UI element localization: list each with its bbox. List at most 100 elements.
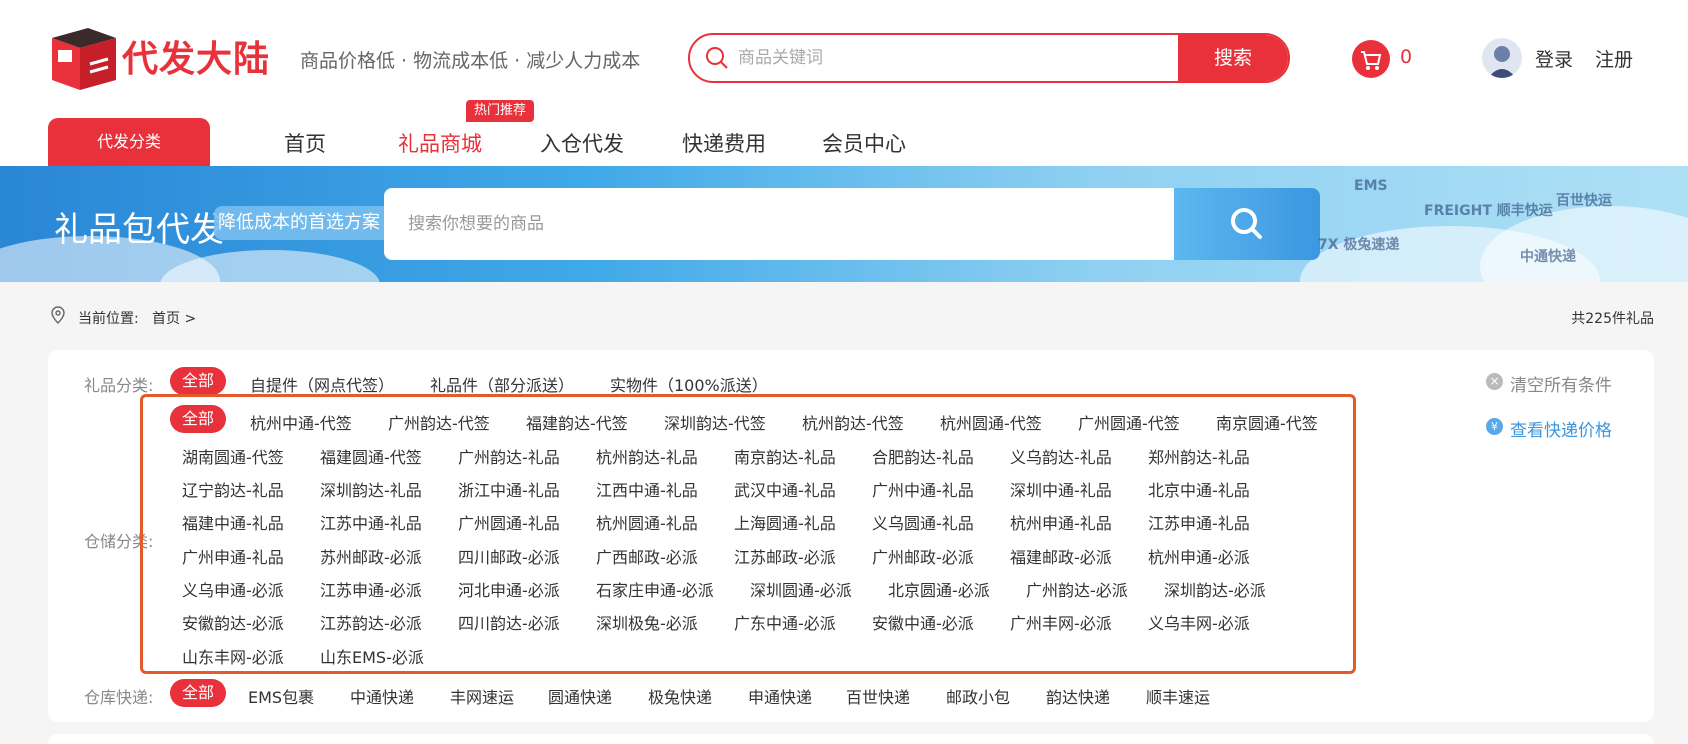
warehouse-courier-option[interactable]: 丰网速运	[450, 684, 514, 708]
warehouse-category-option[interactable]: 义乌丰网-必派	[1148, 610, 1250, 634]
location-pin-icon	[51, 306, 65, 324]
cart-icon[interactable]	[1352, 40, 1390, 78]
search-button[interactable]: 搜索	[1178, 35, 1288, 81]
breadcrumb-home[interactable]: 首页 >	[152, 308, 196, 328]
banner-search-button[interactable]	[1174, 188, 1320, 260]
warehouse-category-option[interactable]: 北京中通-礼品	[1148, 477, 1250, 501]
warehouse-category-option[interactable]: 广西邮政-必派	[596, 544, 698, 568]
warehouse-category-option[interactable]: 郑州韵达-礼品	[1148, 444, 1250, 468]
warehouse-category-option[interactable]: 辽宁韵达-礼品	[182, 477, 284, 501]
hot-badge: 热门推荐	[466, 100, 534, 122]
logo-box-icon[interactable]	[48, 24, 120, 92]
warehouse-category-option[interactable]: 江西中通-礼品	[596, 477, 698, 501]
warehouse-category-option[interactable]: 深圳极兔-必派	[596, 610, 698, 634]
gift-category-option[interactable]: 全部	[170, 367, 226, 395]
banner-search-input[interactable]	[408, 188, 1108, 260]
warehouse-category-option[interactable]: 广州圆通-代签	[1078, 410, 1180, 434]
banner: 礼品包代发 降低成本的首选方案 EMS FREIGHT 顺丰快运 百世快运 中通…	[0, 166, 1688, 282]
warehouse-category-option[interactable]: 杭州申通-礼品	[1010, 510, 1112, 534]
warehouse-category-option[interactable]: 山东丰网-必派	[182, 644, 284, 668]
nav-warehouse[interactable]: 入仓代发	[540, 128, 624, 158]
warehouse-category-option[interactable]: 杭州韵达-代签	[802, 410, 904, 434]
warehouse-category-option[interactable]: 北京圆通-必派	[888, 577, 990, 601]
warehouse-courier-option[interactable]: 韵达快递	[1046, 684, 1110, 708]
warehouse-category-option[interactable]: 上海圆通-礼品	[734, 510, 836, 534]
warehouse-category-option[interactable]: 福建圆通-代签	[320, 444, 422, 468]
warehouse-category-option[interactable]: 深圳圆通-必派	[750, 577, 852, 601]
warehouse-category-option[interactable]: 合肥韵达-礼品	[872, 444, 974, 468]
warehouse-category-option[interactable]: 山东EMS-必派	[320, 644, 424, 668]
category-tab[interactable]: 代发分类	[48, 118, 210, 166]
warehouse-category-option[interactable]: 杭州申通-必派	[1148, 544, 1250, 568]
warehouse-category-option[interactable]: 义乌申通-必派	[182, 577, 284, 601]
warehouse-category-option[interactable]: 江苏中通-礼品	[320, 510, 422, 534]
warehouse-category-option[interactable]: 江苏邮政-必派	[734, 544, 836, 568]
warehouse-category-option[interactable]: 义乌圆通-礼品	[872, 510, 974, 534]
warehouse-category-option[interactable]: 苏州邮政-必派	[320, 544, 422, 568]
warehouse-category-option[interactable]: 义乌韵达-礼品	[1010, 444, 1112, 468]
warehouse-category-option[interactable]: 福建中通-礼品	[182, 510, 284, 534]
warehouse-category-option[interactable]: 广州韵达-礼品	[458, 444, 560, 468]
warehouse-category-option[interactable]: 广州韵达-必派	[1026, 577, 1128, 601]
warehouse-category-option[interactable]: 安徽中通-必派	[872, 610, 974, 634]
avatar[interactable]	[1482, 38, 1522, 78]
nav-gift-mall[interactable]: 礼品商城	[398, 128, 482, 158]
logo-text[interactable]: 代发大陆	[122, 30, 270, 82]
warehouse-courier-option[interactable]: 百世快递	[846, 684, 910, 708]
warehouse-category-option[interactable]: 安徽韵达-必派	[182, 610, 284, 634]
warehouse-category-option[interactable]: 江苏申通-必派	[320, 577, 422, 601]
gift-category-option[interactable]: 礼品件（部分派送）	[430, 372, 574, 396]
warehouse-category-option[interactable]: 浙江中通-礼品	[458, 477, 560, 501]
gift-category-option[interactable]: 实物件（100%派送）	[610, 372, 768, 396]
gift-category-label: 礼品分类:	[84, 376, 154, 395]
clear-all-link[interactable]: 清空所有条件	[1510, 371, 1612, 396]
warehouse-courier-option[interactable]: 顺丰速运	[1146, 684, 1210, 708]
warehouse-courier-option[interactable]: 圆通快递	[548, 684, 612, 708]
warehouse-courier-option[interactable]: 全部	[170, 679, 226, 707]
warehouse-category-option[interactable]: 河北申通-必派	[458, 577, 560, 601]
warehouse-category-option[interactable]: 全部	[170, 405, 226, 433]
warehouse-category-option[interactable]: 南京圆通-代签	[1216, 410, 1318, 434]
warehouse-category-option[interactable]: 杭州韵达-礼品	[596, 444, 698, 468]
courier-logo: 百世快运	[1556, 193, 1612, 209]
cart-count: 0	[1400, 46, 1413, 68]
warehouse-category-option[interactable]: 福建邮政-必派	[1010, 544, 1112, 568]
nav-member-center[interactable]: 会员中心	[822, 128, 906, 158]
warehouse-category-option[interactable]: 深圳韵达-必派	[1164, 577, 1266, 601]
warehouse-category-option[interactable]: 武汉中通-礼品	[734, 477, 836, 501]
warehouse-category-option[interactable]: 四川邮政-必派	[458, 544, 560, 568]
nav-shipping-fees[interactable]: 快递费用	[682, 128, 766, 158]
warehouse-category-option[interactable]: 福建韵达-代签	[526, 410, 628, 434]
warehouse-category-option[interactable]: 广州中通-礼品	[872, 477, 974, 501]
warehouse-category-option[interactable]: 江苏韵达-必派	[320, 610, 422, 634]
warehouse-courier-option[interactable]: 申通快递	[748, 684, 812, 708]
warehouse-category-option[interactable]: 深圳中通-礼品	[1010, 477, 1112, 501]
gift-category-option[interactable]: 自提件（网点代签）	[250, 372, 394, 396]
warehouse-category-option[interactable]: 四川韵达-必派	[458, 610, 560, 634]
warehouse-category-option[interactable]: 广东中通-必派	[734, 610, 836, 634]
warehouse-category-option[interactable]: 南京韵达-礼品	[734, 444, 836, 468]
warehouse-category-option[interactable]: 广州韵达-代签	[388, 410, 490, 434]
nav-home[interactable]: 首页	[284, 128, 326, 158]
warehouse-category-option[interactable]: 江苏申通-礼品	[1148, 510, 1250, 534]
warehouse-category-option[interactable]: 广州邮政-必派	[872, 544, 974, 568]
warehouse-category-option[interactable]: 深圳韵达-礼品	[320, 477, 422, 501]
warehouse-category-option[interactable]: 杭州中通-代签	[250, 410, 352, 434]
warehouse-category-option[interactable]: 广州圆通-礼品	[458, 510, 560, 534]
login-link[interactable]: 登录	[1535, 45, 1573, 72]
warehouse-category-option[interactable]: 广州申通-礼品	[182, 544, 284, 568]
view-shipping-link[interactable]: 查看快递价格	[1510, 416, 1612, 441]
warehouse-courier-option[interactable]: EMS包裹	[248, 684, 314, 708]
warehouse-category-option[interactable]: 广州丰网-必派	[1010, 610, 1112, 634]
warehouse-category-option[interactable]: 石家庄申通-必派	[596, 577, 714, 601]
warehouse-category-option[interactable]: 深圳韵达-代签	[664, 410, 766, 434]
courier-logo: 中通快递	[1520, 249, 1576, 265]
register-link[interactable]: 注册	[1595, 45, 1633, 72]
warehouse-courier-option[interactable]: 邮政小包	[946, 684, 1010, 708]
warehouse-courier-option[interactable]: 极兔快递	[648, 684, 712, 708]
warehouse-category-option[interactable]: 杭州圆通-礼品	[596, 510, 698, 534]
warehouse-courier-option[interactable]: 中通快递	[350, 684, 414, 708]
search-input[interactable]	[738, 35, 1158, 81]
warehouse-category-option[interactable]: 湖南圆通-代签	[182, 444, 284, 468]
warehouse-category-option[interactable]: 杭州圆通-代签	[940, 410, 1042, 434]
